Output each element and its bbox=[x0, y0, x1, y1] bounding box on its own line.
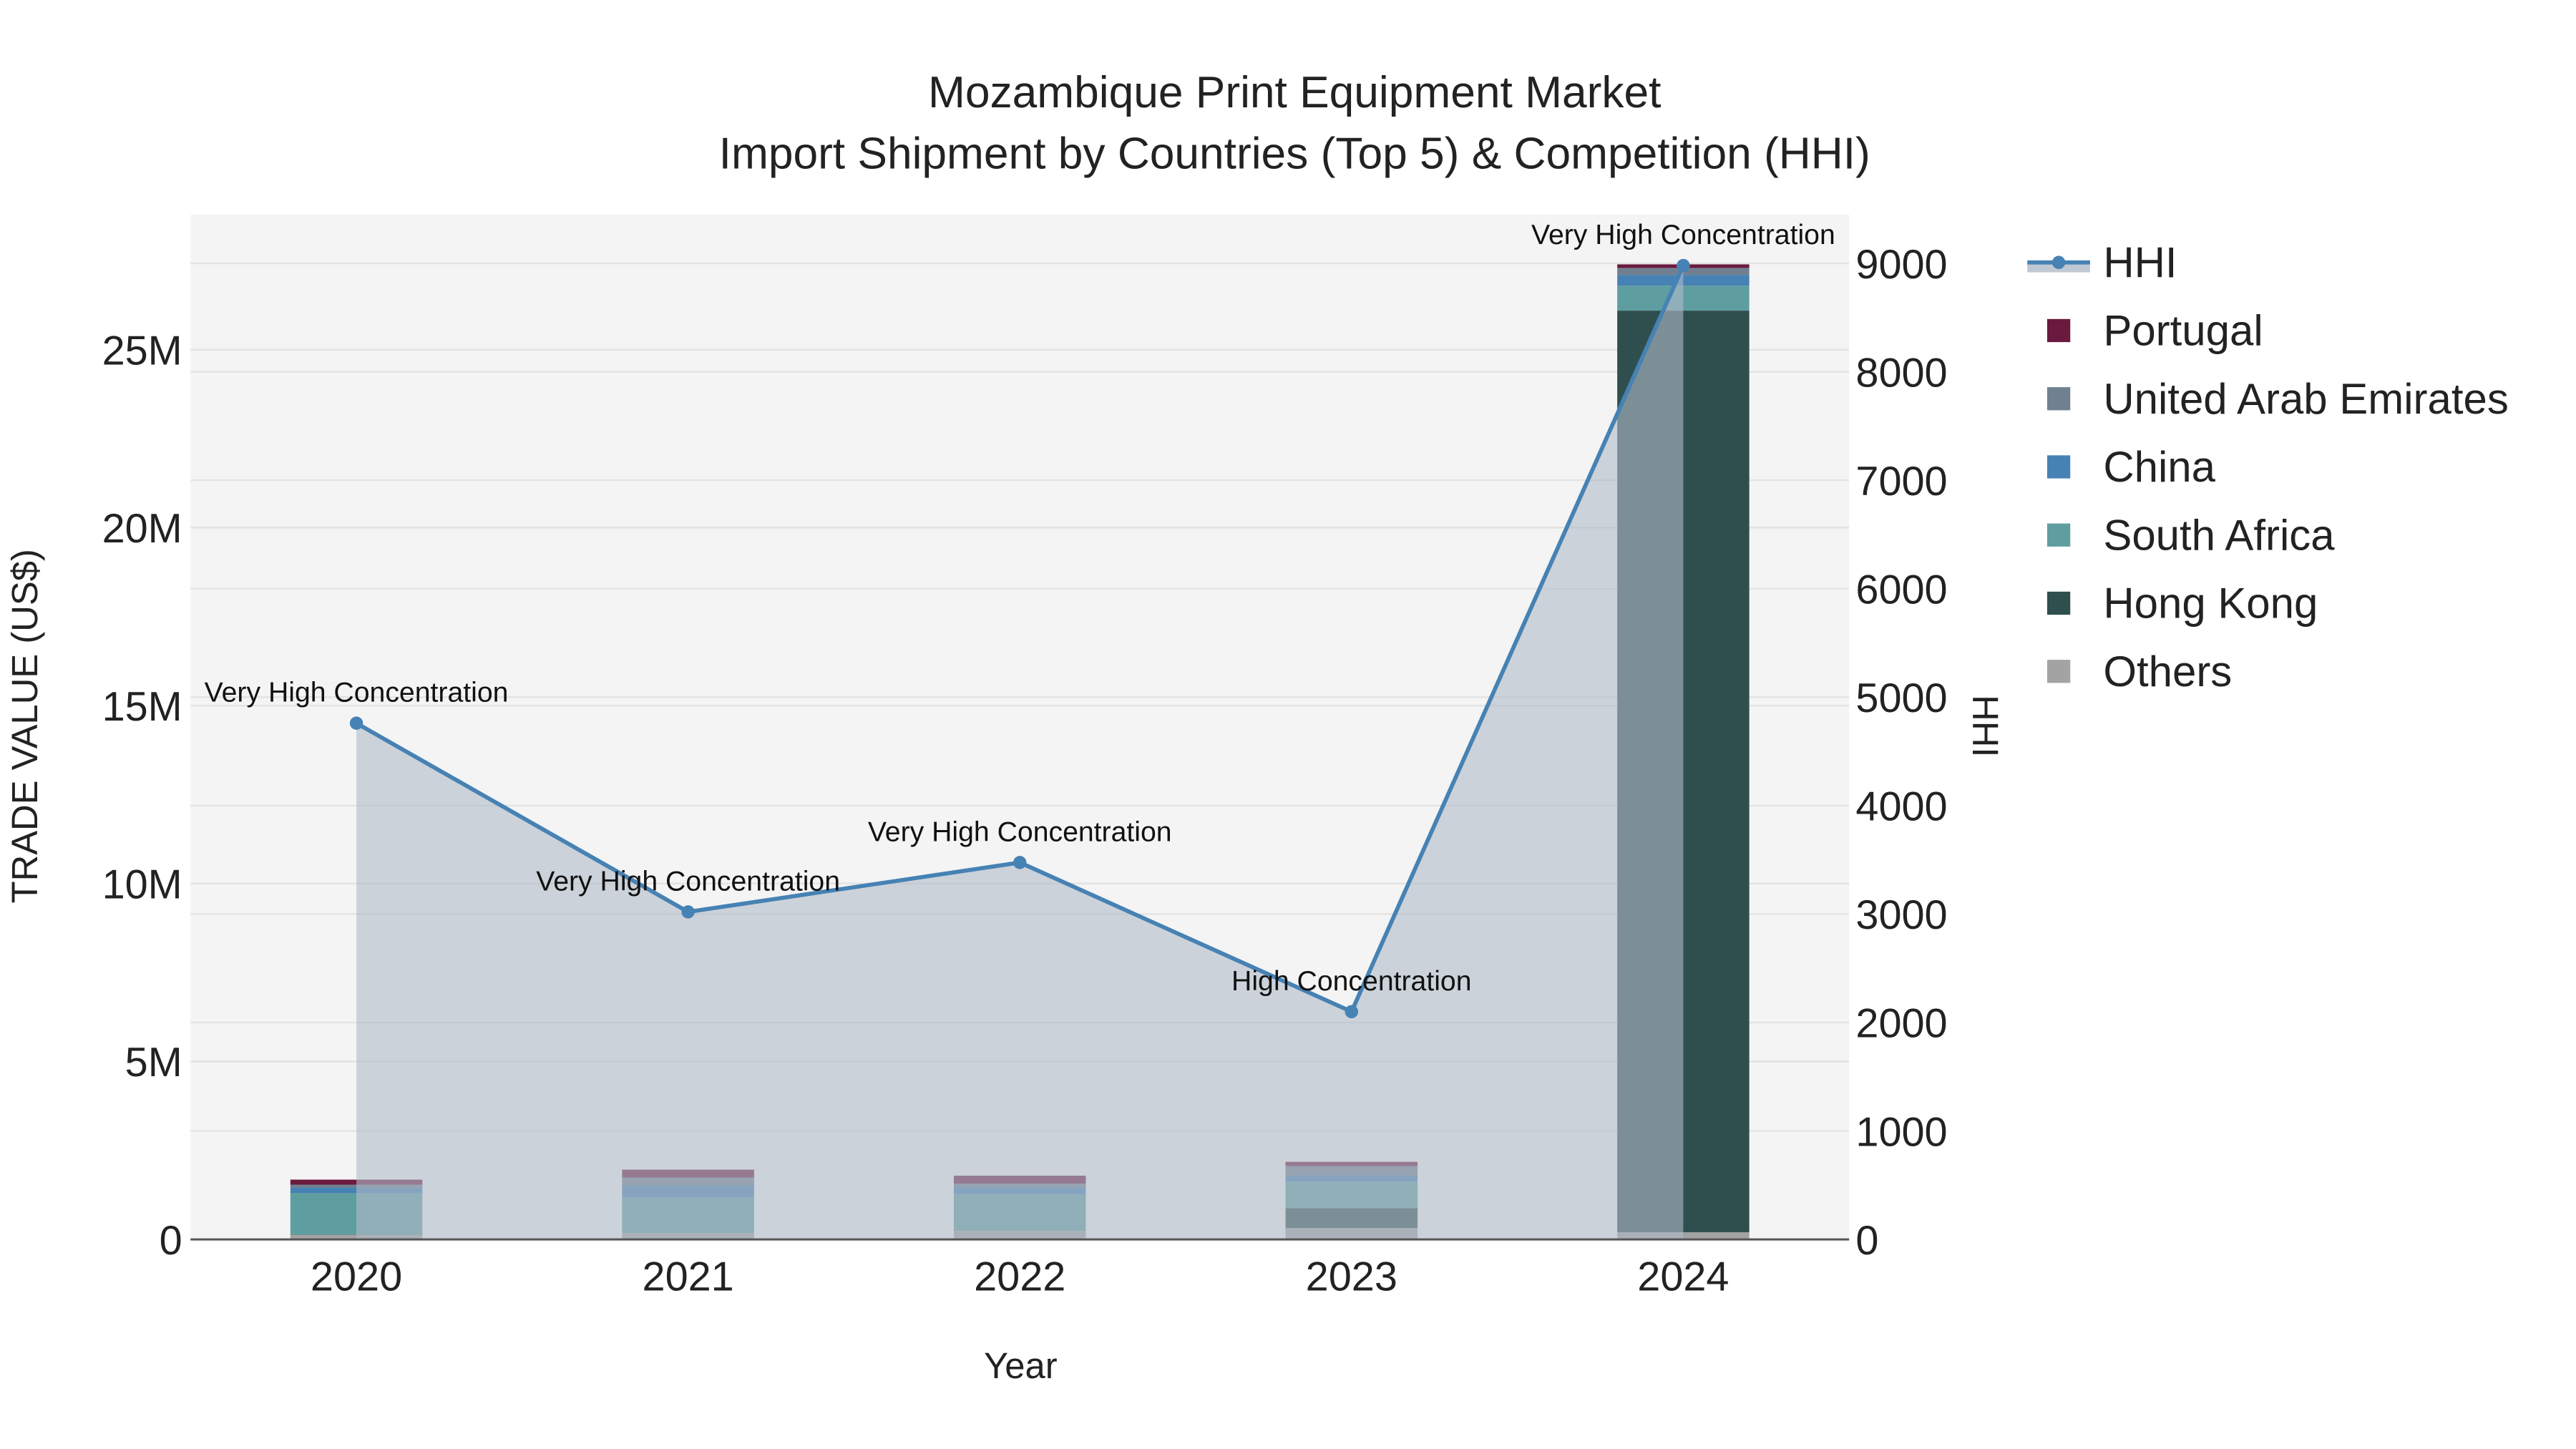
y2-tick-label: 3000 bbox=[1855, 892, 1947, 938]
legend-swatch-portugal bbox=[2046, 318, 2071, 343]
y2-tick-label: 9000 bbox=[1855, 242, 1947, 288]
y2-tick-label: 6000 bbox=[1855, 567, 1947, 613]
legend-swatch-south-africa bbox=[2046, 523, 2071, 547]
y2-tick-label: 5000 bbox=[1855, 675, 1947, 721]
legend-label-south-africa: South Africa bbox=[2103, 511, 2335, 559]
legend-label-others: Others bbox=[2103, 648, 2232, 696]
y2-tick-label: 8000 bbox=[1855, 350, 1947, 396]
hhi-annotation: High Concentration bbox=[1231, 966, 1471, 997]
legend-swatch-china bbox=[2046, 455, 2071, 479]
legend-swatch-others bbox=[2046, 660, 2071, 683]
legend-label-united-arab-emirates: United Arab Emirates bbox=[2103, 375, 2508, 423]
legend-swatch-united-arab-emirates bbox=[2046, 387, 2071, 411]
legend-swatch-hhi-point bbox=[2051, 255, 2066, 269]
chart-title: Mozambique Print Equipment Market bbox=[928, 68, 1661, 117]
y-axis-title: TRADE VALUE (US$) bbox=[4, 549, 45, 903]
y2-tick-label: 2000 bbox=[1855, 1001, 1947, 1047]
x-tick-label: 2021 bbox=[643, 1254, 734, 1300]
hhi-point bbox=[1013, 856, 1027, 869]
hhi-annotation: Very High Concentration bbox=[536, 866, 840, 897]
hhi-point bbox=[1677, 258, 1690, 273]
y2-tick-label: 0 bbox=[1855, 1218, 1878, 1264]
x-tick-label: 2023 bbox=[1306, 1254, 1397, 1300]
y-tick-label: 10M bbox=[102, 862, 182, 908]
x-tick-label: 2020 bbox=[311, 1254, 402, 1300]
legend: HHI Portugal United Arab Emirates China Sout… bbox=[2027, 238, 2509, 696]
chart: Very High Concentration Very High Concent… bbox=[4, 68, 2509, 1386]
y2-tick-label: 7000 bbox=[1855, 459, 1947, 504]
legend-label-portugal: Portugal bbox=[2103, 307, 2263, 355]
hhi-point bbox=[681, 905, 695, 919]
chart-subtitle: Import Shipment by Countries (Top 5) & C… bbox=[719, 129, 1870, 178]
y-tick-label: 15M bbox=[102, 684, 182, 730]
y-tick-label: 5M bbox=[125, 1040, 182, 1085]
hhi-annotation: Very High Concentration bbox=[205, 678, 509, 708]
y2-axis-title: HHI bbox=[1965, 695, 2006, 757]
y-tick-label: 20M bbox=[102, 506, 182, 552]
hhi-annotation: Very High Concentration bbox=[868, 816, 1172, 847]
x-axis-title: Year bbox=[984, 1345, 1058, 1386]
legend-label-hong-kong: Hong Kong bbox=[2103, 580, 2318, 628]
x-tick-label: 2022 bbox=[974, 1254, 1065, 1300]
legend-swatch-hong-kong bbox=[2046, 591, 2071, 615]
y2-tick-label: 4000 bbox=[1855, 784, 1947, 830]
hhi-annotation: Very High Concentration bbox=[1531, 220, 1835, 250]
hhi-point bbox=[349, 716, 364, 730]
legend-label-hhi: HHI bbox=[2103, 238, 2177, 286]
y-tick-label: 25M bbox=[102, 328, 182, 374]
y-tick-label: 0 bbox=[160, 1218, 182, 1264]
x-tick-label: 2024 bbox=[1637, 1254, 1729, 1300]
y2-tick-label: 1000 bbox=[1855, 1109, 1947, 1155]
hhi-point bbox=[1345, 1005, 1359, 1019]
legend-label-china: China bbox=[2103, 443, 2215, 491]
